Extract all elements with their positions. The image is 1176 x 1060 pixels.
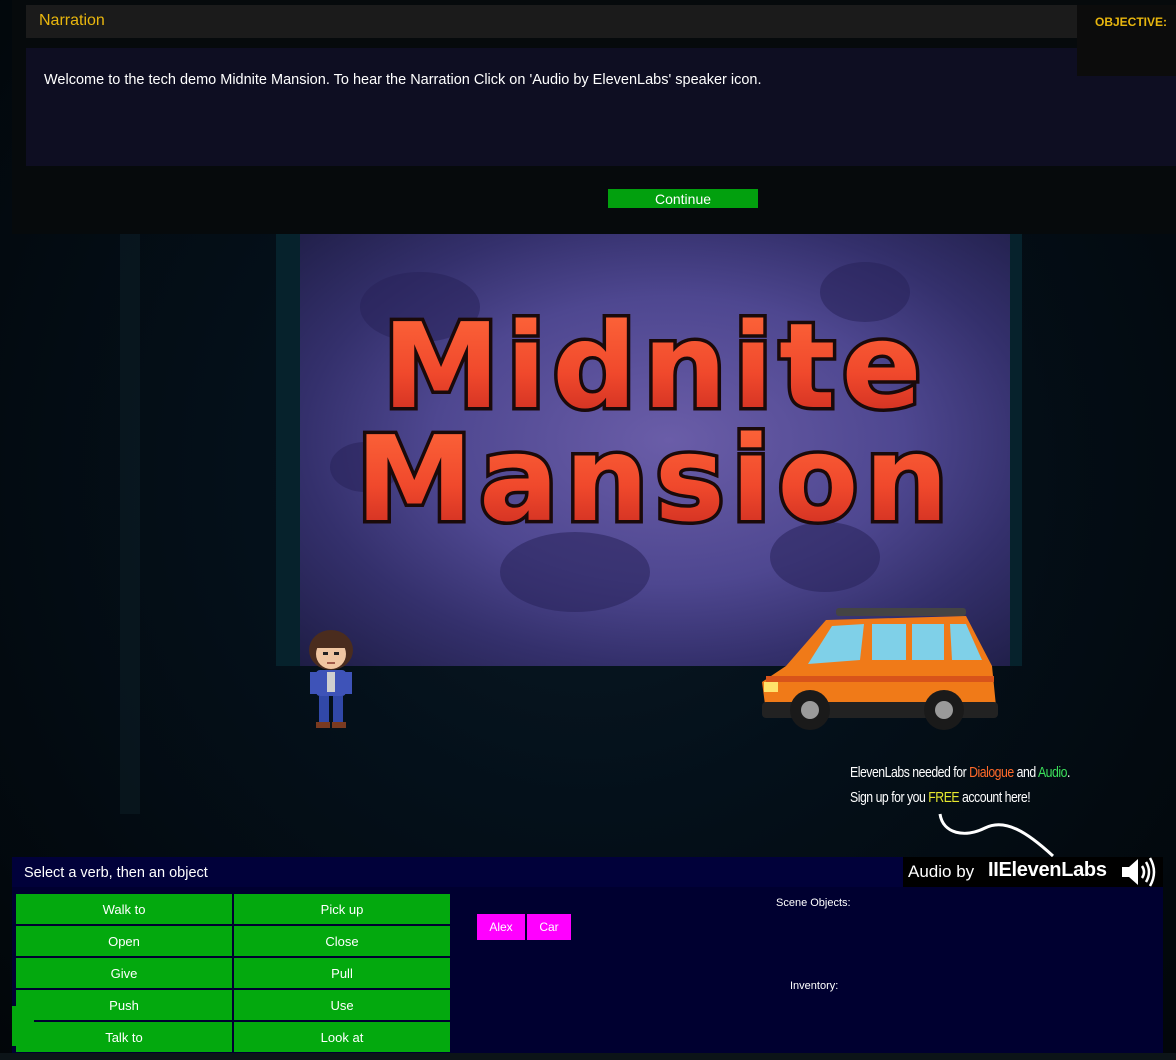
verb-close[interactable]: Close [234,926,450,956]
scene-objects-label: Scene Objects: [776,897,851,909]
verb-pull[interactable]: Pull [234,958,450,988]
verb-push[interactable]: Push [16,990,232,1020]
promo-text: ElevenLabs needed for [850,764,970,781]
side-tab-handle[interactable] [12,1006,34,1046]
verb-pick-up[interactable]: Pick up [234,894,450,924]
elevenlabs-promo[interactable]: ElevenLabs needed for Dialogue and Audio… [850,760,1110,810]
audio-by-label: Audio by [908,862,975,881]
verb-look-at[interactable]: Look at [234,1022,450,1052]
verb-talk-to[interactable]: Talk to [16,1022,232,1052]
left-wall-shadow [120,234,140,814]
promo-line-1: ElevenLabs needed for Dialogue and Audio… [850,760,1070,785]
promo-text: and [1013,764,1038,781]
continue-button[interactable]: Continue [608,189,758,208]
scene-object-car[interactable]: Car [527,914,571,940]
speaker-icon[interactable] [1120,856,1156,888]
car-object[interactable] [756,606,1000,734]
objective-label: OBJECTIVE: [1095,15,1168,29]
prompt-text: Select a verb, then an object [24,865,208,881]
footer-strip [0,1053,1176,1060]
promo-arrow-icon [938,813,1055,858]
promo-text: Sign up for you [850,789,929,806]
promo-audio: Audio [1037,764,1068,781]
promo-free: FREE [928,789,960,806]
narration-title: Narration [39,12,105,29]
narration-body [26,48,1176,166]
game-title-logo: Midnite Mansion [352,294,955,552]
promo-line-2: Sign up for you FREE account here! [850,785,1063,810]
promo-dialogue: Dialogue [969,764,1014,781]
verb-walk-to[interactable]: Walk to [16,894,232,924]
scene-object-alex[interactable]: Alex [477,914,525,940]
verb-open[interactable]: Open [16,926,232,956]
verb-give[interactable]: Give [16,958,232,988]
narration-header [26,5,1176,38]
verb-use[interactable]: Use [234,990,450,1020]
title-line-2: Mansion [356,410,955,548]
promo-text: . [1066,764,1070,781]
narration-text: Welcome to the tech demo Midnite Mansion… [44,72,762,88]
inventory-label: Inventory: [790,980,839,992]
promo-text: account here! [959,789,1031,806]
alex-character[interactable] [304,628,358,730]
elevenlabs-logo[interactable]: IIElevenLabs [988,859,1107,882]
